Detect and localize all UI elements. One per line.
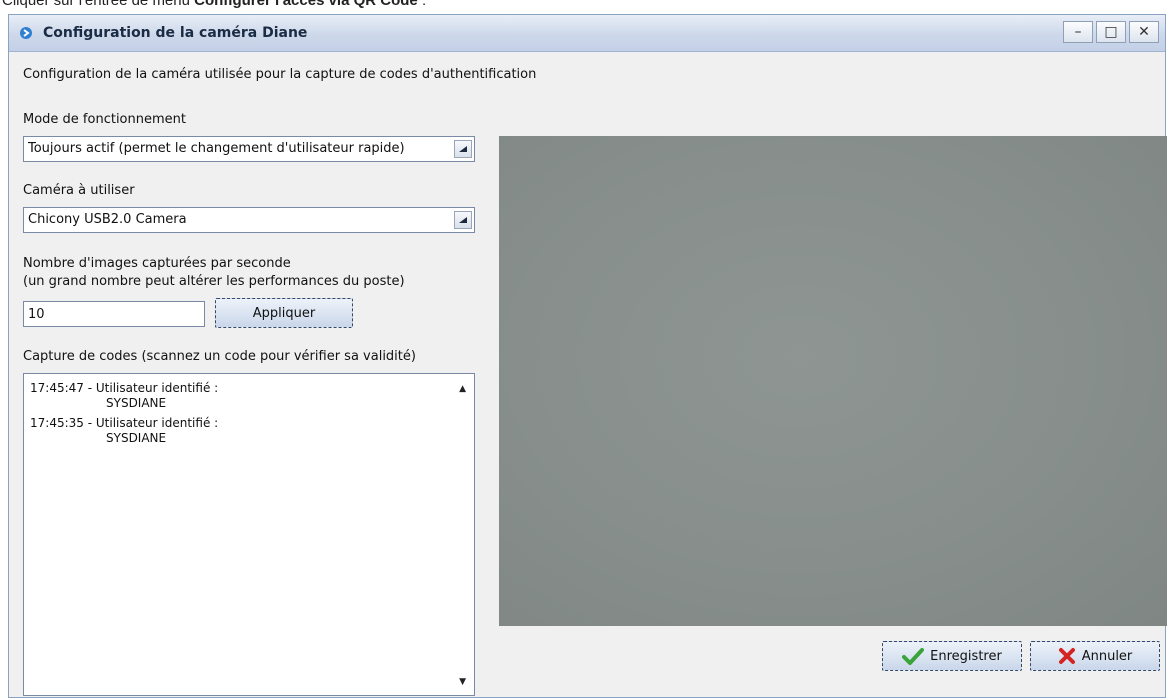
log-time: 17:45:47 (30, 381, 84, 395)
camera-preview (499, 136, 1167, 626)
log-user: SYSDIANE (106, 396, 167, 410)
mode-dropdown-button[interactable] (454, 140, 472, 158)
cross-icon (1058, 648, 1075, 664)
camera-select-label: Caméra à utiliser (23, 183, 135, 198)
camera-dropdown-button[interactable] (454, 211, 472, 229)
minimize-icon: – (1074, 24, 1082, 40)
window-title: Configuration de la caméra Diane (43, 25, 308, 41)
maximize-button[interactable]: □ (1096, 21, 1126, 43)
capture-label: Capture de codes (scannez un code pour v… (23, 349, 416, 364)
camera-config-dialog: Configuration de la caméra Diane – □ ✕ C… (8, 14, 1167, 698)
save-button-label: Enregistrer (930, 648, 1002, 664)
dialog-content: Configuration de la caméra utilisée pour… (9, 52, 1167, 697)
minimize-button[interactable]: – (1063, 21, 1093, 43)
document-instruction-line: Cliquer sur l'entrée de menu Configurer … (2, 0, 426, 11)
window-controls: – □ ✕ (1060, 21, 1159, 45)
apply-button[interactable]: Appliquer (215, 298, 353, 328)
checkmark-icon (902, 648, 925, 665)
fps-label-line1: Nombre d'images capturées par seconde (23, 256, 291, 271)
maximize-icon: □ (1104, 24, 1118, 40)
triangle-down-icon (459, 217, 467, 223)
log-time: 17:45:35 (30, 416, 84, 430)
close-icon: ✕ (1138, 24, 1150, 40)
log-message: Utilisateur identifié : (95, 416, 219, 430)
close-button[interactable]: ✕ (1129, 21, 1159, 43)
instruction-prefix: Cliquer sur l'entrée de menu (2, 0, 195, 9)
instruction-menu-entry: Configurer l'accès via QR Code (194, 0, 418, 9)
instruction-suffix: : (417, 0, 427, 9)
camera-select[interactable]: Chicony USB2.0 Camera (23, 207, 475, 233)
log-message: Utilisateur identifié : (95, 381, 219, 395)
app-logo-icon (20, 27, 32, 39)
dialog-description: Configuration de la caméra utilisée pour… (23, 67, 537, 82)
fps-input-field[interactable] (24, 302, 204, 326)
save-button[interactable]: Enregistrer (882, 641, 1022, 671)
scroll-down-icon[interactable]: ▼ (459, 677, 466, 687)
cancel-button-label: Annuler (1081, 648, 1133, 664)
cancel-button[interactable]: Annuler (1030, 641, 1160, 671)
scroll-up-icon[interactable]: ▲ (459, 384, 466, 394)
mode-select[interactable]: Toujours actif (permet le changement d'u… (23, 136, 475, 162)
camera-select-value: Chicony USB2.0 Camera (28, 212, 187, 227)
fps-input[interactable] (23, 301, 205, 327)
mode-select-value: Toujours actif (permet le changement d'u… (28, 141, 405, 156)
triangle-down-icon (459, 146, 467, 152)
fps-label-line2: (un grand nombre peut altérer les perfor… (23, 274, 405, 289)
log-entry: 17:45:35 - Utilisateur identifié : (30, 416, 219, 430)
log-user: SYSDIANE (106, 431, 167, 445)
title-bar[interactable]: Configuration de la caméra Diane – □ ✕ (9, 15, 1165, 52)
capture-log-list[interactable]: 17:45:47 - Utilisateur identifié : SYSDI… (23, 373, 475, 696)
log-entry: 17:45:47 - Utilisateur identifié : (30, 381, 219, 395)
apply-button-label: Appliquer (252, 305, 316, 321)
mode-label: Mode de fonctionnement (23, 112, 186, 127)
